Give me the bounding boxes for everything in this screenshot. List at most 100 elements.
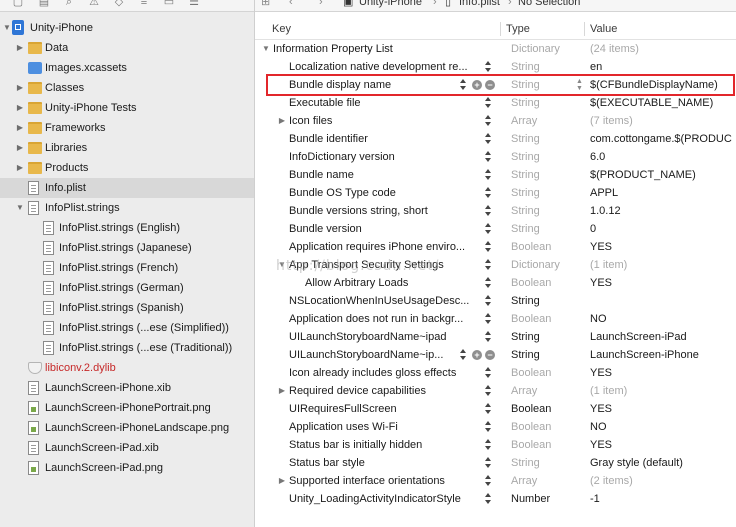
plist-row[interactable]: ▼ App Transport Security Settings Dictiona… [255,256,736,274]
plist-type[interactable]: Array [511,382,537,400]
key-stepper-icon[interactable] [485,240,492,254]
navigator-item[interactable]: Info.plist [0,178,254,198]
navigator-item[interactable]: LaunchScreen-iPad.xib [0,438,254,458]
plist-row[interactable]: Bundle identifier String com.cottongame.$(… [255,130,736,148]
navigator-item[interactable]: ▶ Classes [0,78,254,98]
plist-type[interactable]: String [511,94,540,112]
disclosure-closed-icon[interactable]: ▶ [15,118,25,138]
plist-row[interactable]: Bundle OS Type code String APPL [255,184,736,202]
plist-value[interactable]: (7 items) [590,112,633,130]
plist-key[interactable]: Application uses Wi-Fi [289,418,398,436]
report-navigator-tab-icon[interactable]: ☰ [188,0,200,8]
plist-row[interactable]: ▼ Information Property List Dictionary (24 … [255,40,736,58]
plist-row[interactable]: Application uses Wi-Fi Boolean NO [255,418,736,436]
plist-type[interactable]: String [511,184,540,202]
plist-type[interactable]: Boolean [511,274,551,292]
key-stepper-icon[interactable] [485,366,492,380]
plist-row[interactable]: Application requires iPhone enviro... Boo… [255,238,736,256]
navigator-item[interactable]: ▶ Libraries [0,138,254,158]
plist-key[interactable]: Allow Arbitrary Loads [305,274,408,292]
key-stepper-icon[interactable] [485,492,492,506]
plist-value[interactable]: 0 [590,220,596,238]
disclosure-open-icon[interactable]: ▼ [261,40,271,58]
plist-row[interactable]: Bundle display name + − String ▲ ▼ $(CFBundleD… [255,76,736,94]
plist-row[interactable]: UILaunchStoryboardName~ipad String LaunchS… [255,328,736,346]
plist-type[interactable]: Array [511,112,537,130]
plist-key[interactable]: Application requires iPhone enviro... [289,238,465,256]
navigator-item[interactable]: LaunchScreen-iPhoneLandscape.png [0,418,254,438]
plist-value[interactable]: LaunchScreen-iPad [590,328,687,346]
plist-type[interactable]: Number [511,490,550,508]
disclosure-open-icon[interactable]: ▼ [2,18,12,38]
plist-key[interactable]: Bundle name [289,166,354,184]
column-divider[interactable] [500,22,501,36]
navigator-item[interactable]: InfoPlist.strings (French) [0,258,254,278]
key-stepper-icon[interactable] [460,348,467,362]
plist-key[interactable]: UILaunchStoryboardName~ip... [289,346,443,364]
navigator-item[interactable]: LaunchScreen-iPhone.xib [0,378,254,398]
navigator-item[interactable]: LaunchScreen-iPhonePortrait.png [0,398,254,418]
key-column-header[interactable]: Key [272,19,291,39]
plist-row[interactable]: Icon already includes gloss effects Boole… [255,364,736,382]
disclosure-closed-icon[interactable]: ▶ [15,38,25,58]
add-row-icon[interactable]: + [472,350,482,360]
navigator-item[interactable]: ▼ Unity-iPhone [0,18,254,38]
plist-type[interactable]: String [511,220,540,238]
value-column-header[interactable]: Value [590,19,617,39]
navigator-item[interactable]: InfoPlist.strings (Japanese) [0,238,254,258]
plist-value[interactable]: com.cottongame.$(PRODUC [590,130,732,148]
plist-key[interactable]: Localization native development re... [289,58,468,76]
breakpoint-navigator-tab-icon[interactable]: ▭ [163,0,175,8]
plist-type[interactable]: String [511,292,540,310]
issue-navigator-tab-icon[interactable]: ⚠ [88,0,100,8]
navigator-item[interactable]: ▶ Products [0,158,254,178]
disclosure-closed-icon[interactable]: ▶ [15,158,25,178]
plist-row[interactable]: Application does not run in backgr... Boo… [255,310,736,328]
navigator-item[interactable]: ▶ Data [0,38,254,58]
plist-value[interactable]: $(PRODUCT_NAME) [590,166,696,184]
plist-value[interactable]: (1 item) [590,256,627,274]
disclosure-closed-icon[interactable]: ▶ [277,112,287,130]
disclosure-closed-icon[interactable]: ▶ [15,78,25,98]
plist-value[interactable]: -1 [590,490,600,508]
remove-row-icon[interactable]: − [485,80,495,90]
jump-bar-file[interactable]: Info.plist [459,0,500,8]
plist-key[interactable]: Icon files [289,112,332,130]
plist-value[interactable]: NO [590,418,607,436]
plist-value[interactable]: $(EXECUTABLE_NAME) [590,94,713,112]
project-navigator-tab-icon[interactable]: ▢ [12,0,24,8]
plist-value[interactable]: LaunchScreen-iPhone [590,346,699,364]
key-stepper-icon[interactable] [485,96,492,110]
plist-value[interactable]: 1.0.12 [590,202,621,220]
key-stepper-icon[interactable] [485,402,492,416]
plist-key[interactable]: Information Property List [273,40,393,58]
key-stepper-icon[interactable] [485,294,492,308]
key-stepper-icon[interactable] [485,114,492,128]
key-stepper-icon[interactable] [485,150,492,164]
plist-row[interactable]: UIRequiresFullScreen Boolean YES [255,400,736,418]
disclosure-open-icon[interactable]: ▼ [15,198,25,218]
plist-row[interactable]: Unity_LoadingActivityIndicatorStyle Numbe… [255,490,736,508]
disclosure-closed-icon[interactable]: ▶ [277,382,287,400]
find-navigator-tab-icon[interactable]: ⌕ [63,0,75,8]
plist-value[interactable]: YES [590,238,612,256]
plist-type[interactable]: String [511,148,540,166]
plist-key[interactable]: Supported interface orientations [289,472,445,490]
plist-row[interactable]: ▶ Supported interface orientations Array (2… [255,472,736,490]
navigator-item[interactable]: ▶ Unity-iPhone Tests [0,98,254,118]
plist-value[interactable]: YES [590,274,612,292]
remove-row-icon[interactable]: − [485,350,495,360]
plist-key[interactable]: App Transport Security Settings [289,256,444,274]
key-stepper-icon[interactable] [485,186,492,200]
plist-key[interactable]: Unity_LoadingActivityIndicatorStyle [289,490,461,508]
plist-key[interactable]: Executable file [289,94,361,112]
plist-type[interactable]: Boolean [511,364,551,382]
forward-arrow-icon[interactable]: › [319,0,323,8]
related-items-icon[interactable]: ⊞ [261,0,270,8]
plist-row[interactable]: Status bar is initially hidden Boolean YES [255,436,736,454]
add-row-icon[interactable]: + [472,80,482,90]
key-stepper-icon[interactable] [485,222,492,236]
plist-value[interactable]: YES [590,364,612,382]
plist-key[interactable]: Bundle versions string, short [289,202,428,220]
key-stepper-icon[interactable] [485,60,492,74]
